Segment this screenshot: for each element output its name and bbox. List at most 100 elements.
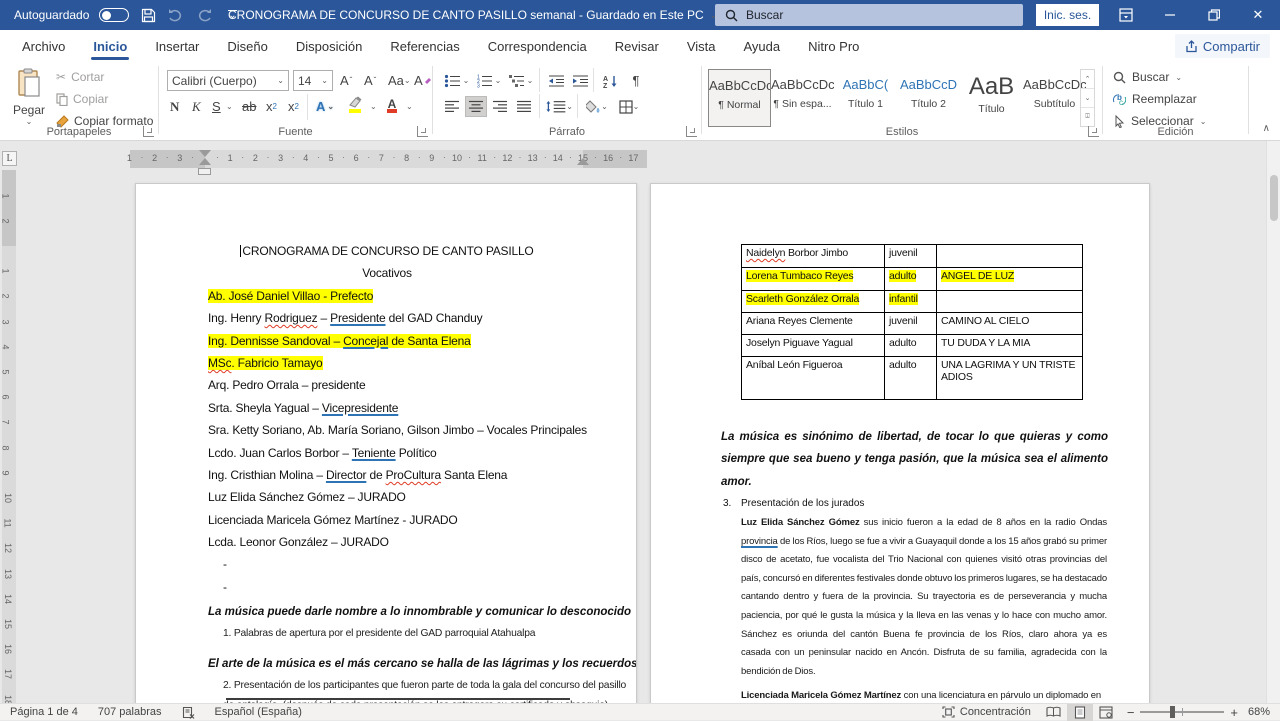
doc-line[interactable]: El arte de la música es el más cercano s… bbox=[208, 652, 568, 676]
table-cell[interactable]: Naidelyn Borbor Jimbo bbox=[742, 245, 885, 268]
redo-icon[interactable] bbox=[195, 6, 213, 24]
doc-line[interactable]: - bbox=[208, 576, 568, 598]
share-button[interactable]: Compartir bbox=[1175, 34, 1270, 58]
horizontal-ruler[interactable]: 3·2·1··1·2·3·4·5·6·7·8·9·10·11·12·13·14·… bbox=[130, 150, 647, 168]
tab-nitro-pro[interactable]: Nitro Pro bbox=[794, 30, 873, 62]
tab-revisar[interactable]: Revisar bbox=[601, 30, 673, 62]
doc-line[interactable]: La música puede darle nombre a lo innomb… bbox=[208, 600, 568, 624]
multilevel-dropdown-icon[interactable]: ⌄ bbox=[525, 70, 535, 91]
style-título-1[interactable]: AaBbC(Título 1 bbox=[834, 69, 897, 127]
table-cell[interactable] bbox=[937, 291, 1083, 313]
hanging-indent-marker[interactable] bbox=[199, 158, 211, 165]
decrease-indent-button[interactable] bbox=[545, 70, 567, 91]
underline-dropdown-icon[interactable]: ⌄ bbox=[223, 96, 236, 117]
underline-button[interactable]: S bbox=[209, 96, 224, 117]
autosave-toggle[interactable] bbox=[99, 8, 129, 22]
focus-mode-button[interactable]: Concentración bbox=[932, 704, 1041, 721]
web-layout-view-icon[interactable] bbox=[1093, 704, 1119, 721]
font-color-dropdown-icon[interactable]: ⌄ bbox=[403, 96, 416, 117]
clipboard-dialog-launcher[interactable] bbox=[143, 126, 154, 137]
zoom-percentage[interactable]: 68% bbox=[1246, 706, 1280, 718]
table-cell[interactable]: adulto bbox=[885, 357, 937, 400]
tab-diseño[interactable]: Diseño bbox=[213, 30, 281, 62]
sign-in-button[interactable]: Inic. ses. bbox=[1036, 4, 1099, 26]
vertical-ruler[interactable]: 21123456789101112131415161718 bbox=[2, 170, 16, 703]
styles-scroll-up-icon[interactable]: ⌃ bbox=[1081, 70, 1094, 89]
doc-line[interactable]: Sra. Ketty Soriano, Ab. María Soriano, G… bbox=[208, 419, 568, 441]
doc-line[interactable]: MSc. Fabricio Tamayo bbox=[208, 352, 568, 374]
table-cell[interactable]: juvenil bbox=[885, 313, 937, 335]
subscript-button[interactable]: x2 bbox=[263, 96, 280, 117]
borders-button[interactable]: ⌄ bbox=[615, 96, 643, 117]
ribbon-display-options-icon[interactable] bbox=[1104, 0, 1148, 30]
doc-line[interactable]: CRONOGRAMA DE CONCURSO DE CANTO PASILLO bbox=[208, 240, 566, 262]
doc-line[interactable]: amor. bbox=[721, 471, 1108, 493]
tab-insertar[interactable]: Insertar bbox=[141, 30, 213, 62]
style-subtítulo[interactable]: AaBbCcDcSubtítulo bbox=[1023, 69, 1086, 127]
multilevel-list-button[interactable] bbox=[505, 70, 527, 91]
doc-line[interactable]: Ing. Henry Rodriguez – Presidente del GA… bbox=[208, 307, 568, 329]
tab-archivo[interactable]: Archivo bbox=[8, 30, 79, 62]
font-family-combobox[interactable]: Calibri (Cuerpo)⌄ bbox=[167, 70, 289, 91]
bold-button[interactable]: N bbox=[167, 96, 182, 117]
tab-referencias[interactable]: Referencias bbox=[376, 30, 473, 62]
font-dialog-launcher[interactable] bbox=[417, 126, 428, 137]
doc-line[interactable]: siempre que sea bueno y tenga pasión, qu… bbox=[721, 448, 1108, 470]
page-1[interactable]: CRONOGRAMA DE CONCURSO DE CANTO PASILLOV… bbox=[135, 183, 637, 703]
doc-line[interactable]: Ab. José Daniel Villao - Prefecto bbox=[208, 285, 568, 307]
doc-line[interactable]: Vocativos bbox=[208, 262, 566, 284]
doc-line[interactable]: Luz Elida Sánchez Gómez sus inicio fuero… bbox=[741, 514, 1107, 533]
superscript-button[interactable]: x2 bbox=[285, 96, 302, 117]
style-título-2[interactable]: AaBbCcDTítulo 2 bbox=[897, 69, 960, 127]
tab-vista[interactable]: Vista bbox=[673, 30, 730, 62]
doc-line[interactable]: 2. Presentación de los participantes que… bbox=[208, 676, 568, 697]
paragraph-dialog-launcher[interactable] bbox=[686, 126, 697, 137]
doc-line[interactable]: provincia de los Ríos, luego se fue a vi… bbox=[741, 533, 1107, 552]
style-título[interactable]: AaBTítulo bbox=[960, 69, 1023, 127]
paste-dropdown-icon[interactable]: ⌄ bbox=[8, 117, 50, 126]
italic-button[interactable]: K bbox=[189, 96, 204, 117]
page-indicator[interactable]: Página 1 de 4 bbox=[0, 704, 88, 721]
bullets-dropdown-icon[interactable]: ⌄ bbox=[461, 70, 471, 91]
change-case-button[interactable]: Aa⌄ bbox=[385, 70, 414, 91]
table-cell[interactable]: ANGEL DE LUZ bbox=[937, 268, 1083, 291]
language-indicator[interactable]: Español (España) bbox=[205, 704, 312, 721]
first-line-indent-marker[interactable] bbox=[199, 150, 211, 157]
doc-line[interactable]: Licenciada Maricela Gómez Martínez con u… bbox=[741, 687, 1107, 703]
collapse-ribbon-icon[interactable]: ∧ bbox=[1263, 123, 1270, 134]
font-color-button[interactable]: A bbox=[383, 94, 401, 115]
doc-line[interactable]: Sánchez es oriunda del cantón Buena fe p… bbox=[741, 626, 1107, 645]
minimize-icon[interactable] bbox=[1148, 0, 1192, 30]
right-indent-marker[interactable] bbox=[577, 158, 589, 165]
doc-line[interactable]: Ing. Dennisse Sandoval – Concejal de San… bbox=[208, 330, 568, 352]
table-cell[interactable]: Lorena Tumbaco Reyes bbox=[742, 268, 885, 291]
justify-button[interactable] bbox=[513, 96, 535, 117]
styles-scroll-down-icon[interactable]: ⌄ bbox=[1081, 89, 1094, 108]
doc-line[interactable]: bendición de Dios. bbox=[741, 663, 1107, 682]
undo-icon[interactable] bbox=[167, 6, 185, 24]
table-cell[interactable]: juvenil bbox=[885, 245, 937, 268]
print-layout-view-icon[interactable] bbox=[1067, 704, 1093, 721]
text-highlight-button[interactable] bbox=[345, 94, 365, 115]
cut-button[interactable]: ✂Cortar bbox=[56, 70, 104, 84]
table-cell[interactable]: Joselyn Piguave Yagual bbox=[742, 335, 885, 357]
table-cell[interactable]: Ariana Reyes Clemente bbox=[742, 313, 885, 335]
style-normal[interactable]: AaBbCcDc¶ Normal bbox=[708, 69, 771, 127]
numbering-dropdown-icon[interactable]: ⌄ bbox=[493, 70, 503, 91]
styles-more-icon[interactable]: ⍗ bbox=[1081, 108, 1094, 126]
grow-font-button[interactable]: Aˆ bbox=[337, 70, 355, 91]
replace-button[interactable]: bc Reemplazar bbox=[1113, 92, 1197, 106]
doc-line[interactable]: disco de acetato, fue vocalista del Trio… bbox=[741, 551, 1107, 570]
zoom-track[interactable] bbox=[1140, 711, 1224, 713]
style-sin-espa[interactable]: AaBbCcDc¶ Sin espa... bbox=[771, 69, 834, 127]
sort-button[interactable]: AZ bbox=[599, 70, 621, 91]
doc-line[interactable]: Lcda. Leonor González – JURADO bbox=[208, 531, 568, 553]
save-icon[interactable] bbox=[139, 6, 157, 24]
word-count[interactable]: 707 palabras bbox=[88, 704, 172, 721]
page-2[interactable]: Naidelyn Borbor JimbojuvenilLorena Tumba… bbox=[650, 183, 1150, 703]
table-cell[interactable] bbox=[937, 245, 1083, 268]
left-indent-marker[interactable] bbox=[198, 168, 211, 175]
text-effects-button[interactable]: A⌄ bbox=[313, 96, 337, 117]
doc-line[interactable]: paciencia, por qué le gusta la música y … bbox=[741, 607, 1107, 626]
table-cell[interactable]: adulto bbox=[885, 335, 937, 357]
